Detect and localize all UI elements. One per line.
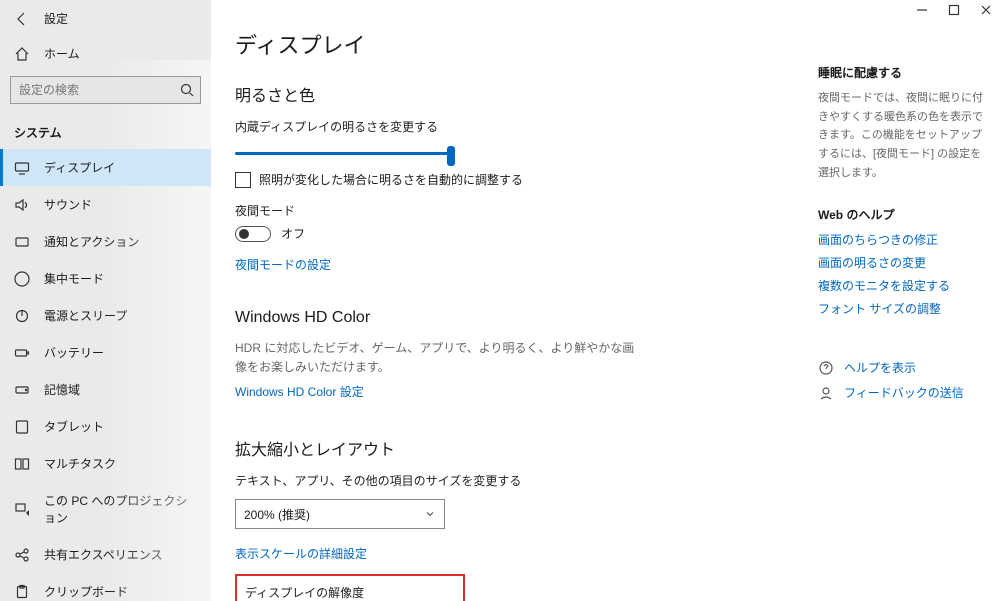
minimize-icon[interactable] — [916, 4, 928, 16]
sidebar-home-label: ホーム — [44, 45, 80, 62]
night-mode-toggle[interactable] — [235, 226, 271, 242]
sidebar-item-label: 共有エクスペリエンス — [44, 546, 163, 563]
clipboard-icon — [14, 584, 30, 600]
sidebar: 設定 ホーム システム ディスプレイ サウンド 通知とアクション — [0, 0, 211, 601]
maximize-icon[interactable] — [948, 4, 960, 16]
section-hd-color: Windows HD Color — [235, 309, 794, 327]
sidebar-item-label: クリップボード — [44, 583, 128, 600]
night-mode-label: 夜間モード — [235, 202, 794, 219]
sidebar-item-multitask[interactable]: マルチタスク — [0, 445, 211, 482]
sidebar-section-label: システム — [0, 114, 211, 149]
sidebar-item-label: ディスプレイ — [44, 159, 115, 176]
text-size-value: 200% (推奨) — [244, 506, 310, 523]
search-icon — [179, 82, 195, 98]
power-icon — [14, 308, 30, 324]
battery-icon — [14, 345, 30, 361]
display-icon — [14, 160, 30, 176]
sidebar-item-clipboard[interactable]: クリップボード — [0, 573, 211, 601]
page-title: ディスプレイ — [235, 28, 794, 60]
resolution-highlight: ディスプレイの解像度 3000 × 2000 (推奨) — [235, 574, 465, 601]
sidebar-item-sound[interactable]: サウンド — [0, 186, 211, 223]
sidebar-item-notifications[interactable]: 通知とアクション — [0, 223, 211, 260]
sidebar-item-label: 電源とスリープ — [44, 307, 127, 324]
storage-icon — [14, 382, 30, 398]
search-input[interactable] — [10, 76, 201, 104]
brightness-label: 内蔵ディスプレイの明るさを変更する — [235, 118, 794, 135]
close-icon[interactable] — [980, 4, 992, 16]
night-mode-state: オフ — [281, 225, 305, 242]
help-icon — [818, 360, 834, 376]
notification-icon — [14, 234, 30, 250]
sidebar-item-label: この PC へのプロジェクション — [44, 492, 197, 526]
home-icon — [14, 46, 30, 62]
focus-icon — [14, 271, 30, 287]
sidebar-item-shared[interactable]: 共有エクスペリエンス — [0, 536, 211, 573]
resolution-label: ディスプレイの解像度 — [245, 584, 455, 601]
section-scale: 拡大縮小とレイアウト — [235, 436, 794, 460]
multitask-icon — [14, 456, 30, 472]
sidebar-item-label: 集中モード — [44, 270, 104, 287]
help-link-flicker[interactable]: 画面のちらつきの修正 — [818, 231, 988, 248]
right-panel: 睡眠に配慮する 夜間モードでは、夜間に眠りに付きやすくする暖色系の色を表示できま… — [818, 0, 1000, 601]
titlebar-controls — [916, 4, 992, 16]
auto-brightness-label: 照明が変化した場合に明るさを自動的に調整する — [259, 171, 523, 188]
sidebar-home[interactable]: ホーム — [0, 35, 211, 72]
sidebar-item-label: 記憶域 — [44, 381, 80, 398]
sidebar-item-display[interactable]: ディスプレイ — [0, 149, 211, 186]
sidebar-item-label: バッテリー — [44, 344, 104, 361]
help-link-brightness[interactable]: 画面の明るさの変更 — [818, 254, 988, 271]
feedback-icon — [818, 385, 834, 401]
sidebar-item-label: タブレット — [44, 418, 104, 435]
shared-icon — [14, 547, 30, 563]
sound-icon — [14, 197, 30, 213]
projection-icon — [14, 501, 30, 517]
sidebar-item-focus[interactable]: 集中モード — [0, 260, 211, 297]
help-link-monitors[interactable]: 複数のモニタを設定する — [818, 277, 988, 294]
sidebar-item-label: サウンド — [44, 196, 92, 213]
sleep-desc: 夜間モードでは、夜間に眠りに付きやすくする暖色系の色を表示できます。この機能をセ… — [818, 89, 988, 182]
auto-brightness-checkbox[interactable] — [235, 172, 251, 188]
feedback-link[interactable]: フィードバックの送信 — [844, 384, 964, 401]
sidebar-item-label: 通知とアクション — [44, 233, 139, 250]
night-mode-settings-link[interactable]: 夜間モードの設定 — [235, 256, 331, 273]
text-size-select[interactable]: 200% (推奨) — [235, 499, 445, 529]
sidebar-item-tablet[interactable]: タブレット — [0, 408, 211, 445]
brightness-slider[interactable] — [235, 141, 455, 165]
section-brightness: 明るさと色 — [235, 82, 794, 106]
main-content: ディスプレイ 明るさと色 内蔵ディスプレイの明るさを変更する 照明が変化した場合… — [211, 0, 818, 601]
sidebar-item-power[interactable]: 電源とスリープ — [0, 297, 211, 334]
advanced-scale-link[interactable]: 表示スケールの詳細設定 — [235, 545, 367, 562]
sidebar-item-storage[interactable]: 記憶域 — [0, 371, 211, 408]
hd-color-desc: HDR に対応したビデオ、ゲーム、アプリで、より明るく、より鮮やかな画像をお楽し… — [235, 339, 635, 377]
sidebar-item-label: マルチタスク — [44, 455, 116, 472]
hd-color-link[interactable]: Windows HD Color 設定 — [235, 383, 364, 400]
show-help-link[interactable]: ヘルプを表示 — [844, 359, 916, 376]
sleep-heading: 睡眠に配慮する — [818, 64, 988, 81]
chevron-down-icon — [424, 508, 436, 520]
sidebar-item-projection[interactable]: この PC へのプロジェクション — [0, 482, 211, 536]
back-icon[interactable] — [14, 11, 30, 27]
sidebar-item-battery[interactable]: バッテリー — [0, 334, 211, 371]
window-title: 設定 — [44, 10, 68, 27]
tablet-icon — [14, 419, 30, 435]
help-link-font[interactable]: フォント サイズの調整 — [818, 300, 988, 317]
text-size-label: テキスト、アプリ、その他の項目のサイズを変更する — [235, 472, 794, 489]
web-help-heading: Web のヘルプ — [818, 206, 988, 223]
